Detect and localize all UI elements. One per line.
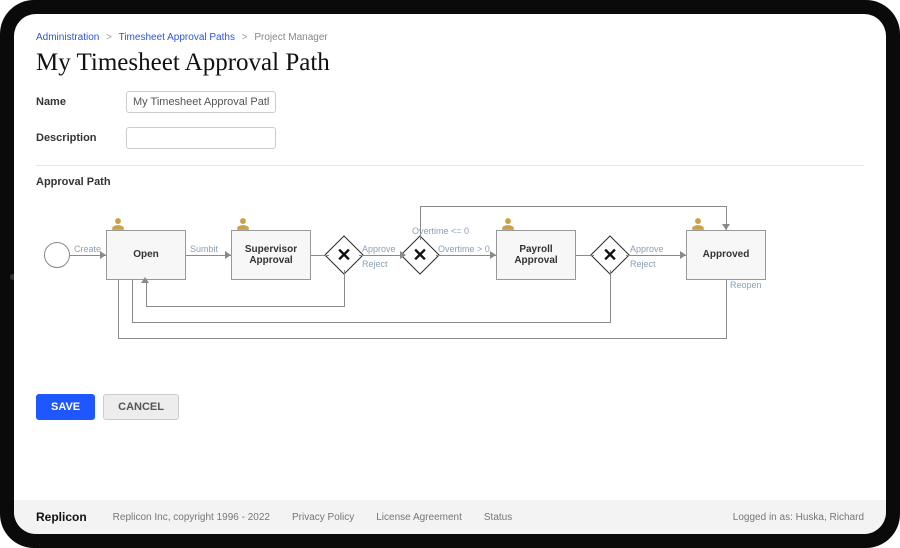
breadcrumb-separator: > [242,32,248,43]
edge [146,280,147,306]
tablet-frame: Administration > Timesheet Approval Path… [0,0,900,548]
edge [576,255,594,256]
gateway-2[interactable]: ✕ [400,235,440,275]
edge [132,322,611,323]
edge [146,306,345,307]
user-icon [691,217,705,231]
edge [344,270,345,306]
edge [626,255,686,256]
edge [132,280,133,322]
current-user: Huska, Richard [796,512,864,523]
arrowhead-icon [490,251,496,259]
edge [610,270,611,322]
start-event-icon[interactable] [44,242,70,268]
node-payroll-label: Payroll Approval [497,244,575,267]
breadcrumb-separator: > [106,32,112,43]
node-open[interactable]: Open [106,230,186,280]
arrowhead-icon [722,224,730,230]
footer-privacy-link[interactable]: Privacy Policy [292,512,354,523]
edge [118,280,119,338]
footer-license-link[interactable]: License Agreement [376,512,462,523]
edge-label-create: Create [74,244,101,254]
node-approved-label: Approved [703,249,750,261]
user-icon [501,217,515,231]
edge [726,280,727,338]
edge-label-reopen: Reopen [730,280,762,290]
node-approved[interactable]: Approved [686,230,766,280]
breadcrumb-current: Project Manager [254,32,327,43]
user-icon [111,217,125,231]
node-supervisor-approval[interactable]: Supervisor Approval [231,230,311,280]
edge-label-approve2: Approve [630,244,664,254]
edge-label-approve1: Approve [362,244,396,254]
screen: Administration > Timesheet Approval Path… [14,14,886,534]
footer: Replicon Replicon Inc, copyright 1996 - … [14,500,886,534]
save-button[interactable]: SAVE [36,394,95,420]
footer-copyright: Replicon Inc, copyright 1996 - 2022 [113,512,270,523]
edge-label-reject1: Reject [362,259,388,269]
brand-logo: Replicon [36,510,87,524]
gateway-1[interactable]: ✕ [324,235,364,275]
form-row-description: Description [36,127,864,149]
breadcrumb-approval-paths[interactable]: Timesheet Approval Paths [119,32,235,43]
edge [420,206,726,207]
logged-in-as: Logged in as: Huska, Richard [733,512,864,523]
page-content: Administration > Timesheet Approval Path… [14,14,886,420]
edge [118,338,727,339]
edge [311,255,329,256]
page-title: My Timesheet Approval Path [36,49,864,77]
arrowhead-icon [400,251,406,259]
cancel-button[interactable]: CANCEL [103,394,179,420]
form-row-name: Name [36,91,864,113]
edge-label-submit: Sumbit [190,244,218,254]
edge [359,255,405,256]
gateway-3[interactable]: ✕ [590,235,630,275]
edge-label-ot-gt0: Overtime > 0 [438,244,490,254]
arrowhead-icon [141,277,149,283]
divider [36,165,864,166]
edge [436,255,496,256]
node-supervisor-label: Supervisor Approval [232,244,310,267]
user-icon [236,217,250,231]
node-open-label: Open [133,249,159,261]
node-payroll-approval[interactable]: Payroll Approval [496,230,576,280]
arrowhead-icon [680,251,686,259]
approval-path-diagram: Open Supervisor Approval Payroll Approva… [36,194,864,374]
name-label: Name [36,96,126,108]
edge-label-reject2: Reject [630,259,656,269]
section-title-approval-path: Approval Path [36,176,864,188]
breadcrumb: Administration > Timesheet Approval Path… [36,32,864,43]
breadcrumb-administration[interactable]: Administration [36,32,99,43]
edge [420,206,421,240]
description-label: Description [36,132,126,144]
description-input[interactable] [126,127,276,149]
name-input[interactable] [126,91,276,113]
arrowhead-icon [225,251,231,259]
action-buttons: SAVE CANCEL [36,394,864,420]
footer-status-link[interactable]: Status [484,512,512,523]
